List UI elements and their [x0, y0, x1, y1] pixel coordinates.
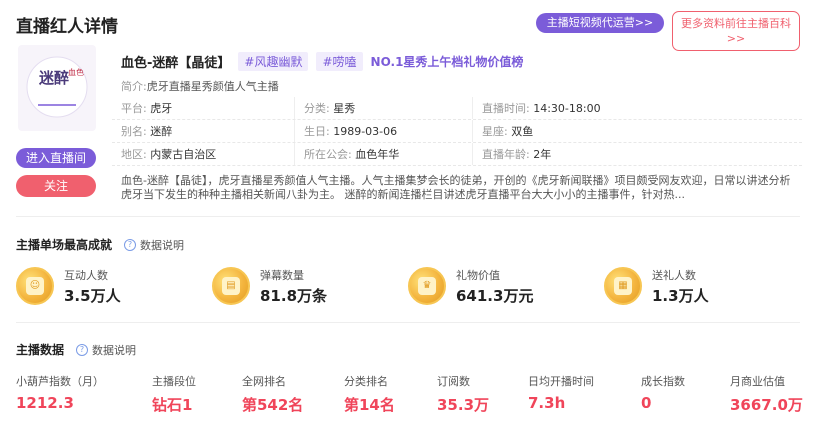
avatar-title-text: 迷醉 [38, 69, 69, 87]
achievements-help-link[interactable]: 数据说明 [140, 237, 184, 253]
achievement-interaction: ☺ 互动人数 3.5万人 [16, 263, 211, 309]
baike-link-button[interactable]: 更多资料前往主播百科 >> [672, 11, 800, 51]
tag-humor[interactable]: #风趣幽默 [238, 52, 309, 71]
achievement-danmaku: ▤ 弹幕数量 81.8万条 [212, 263, 407, 309]
divider [16, 322, 800, 323]
info-row: 平台: 虎牙 分类: 星秀 直播时间: 14:30-18:00 [112, 97, 802, 120]
stat-category-rank: 分类排名 第14名 [344, 375, 395, 414]
info-zodiac: 星座: 双鱼 [472, 120, 802, 142]
help-icon[interactable]: ? [76, 343, 89, 356]
info-live-age: 直播年龄: 2年 [472, 143, 802, 165]
info-row: 地区: 内蒙古自治区 所在公会: 血色年华 直播年龄: 2年 [112, 143, 802, 166]
info-birthday: 生日: 1989-03-06 [294, 120, 472, 142]
streamer-name: 血色-迷醉【晶徒】 [121, 56, 231, 71]
info-row: 别名: 迷醉 生日: 1989-03-06 星座: 双鱼 [112, 120, 802, 143]
stat-hulu-index: 小葫芦指数（月） 1212.3 [16, 375, 104, 412]
follow-button[interactable]: 关注 [16, 175, 96, 197]
stats-section-title: 主播数据 ? 数据说明 [16, 342, 137, 358]
avatar: 迷醉 血色 [18, 45, 96, 131]
info-region: 地区: 内蒙古自治区 [121, 148, 217, 161]
baike-link-arrow: >> [726, 32, 746, 45]
stat-subscribers: 订阅数 35.3万 [437, 375, 490, 414]
stat-growth-index: 成长指数 0 [641, 375, 685, 412]
avatar-image: 迷醉 血色 [18, 45, 96, 131]
avatar-small-text: 血色 [68, 67, 84, 77]
intro-text: 虎牙直播星秀颜值人气主播 [146, 80, 279, 93]
stat-tier: 主播段位 钻石1 [152, 375, 196, 414]
short-video-service-button[interactable]: 主播短视频代运营>> [536, 13, 664, 33]
rank-link[interactable]: NO.1星秀上午档礼物价值榜 [371, 53, 524, 70]
info-platform: 平台: 虎牙 [121, 102, 173, 115]
stat-global-rank: 全网排名 第542名 [242, 375, 304, 414]
interaction-icon: ☺ [16, 267, 54, 305]
achievements-section-title: 主播单场最高成就 ? 数据说明 [16, 237, 185, 253]
name-row: 血色-迷醉【晶徒】 #风趣幽默 #唠嗑 NO.1星秀上午档礼物价值榜 [121, 52, 523, 71]
enter-live-room-button[interactable]: 进入直播间 [16, 148, 96, 168]
info-alias: 别名: 迷醉 [121, 125, 173, 138]
achievement-gift-value: ♛ 礼物价值 641.3万元 [408, 263, 603, 309]
help-icon[interactable]: ? [124, 238, 137, 251]
tag-chat[interactable]: #唠嗑 [316, 52, 363, 71]
intro: 简介:虎牙直播星秀颜值人气主播 [121, 78, 279, 94]
info-live-time: 直播时间: 14:30-18:00 [472, 97, 802, 119]
baike-link-label: 更多资料前往主播百科 [681, 17, 791, 30]
info-grid: 平台: 虎牙 分类: 星秀 直播时间: 14:30-18:00 别名: 迷醉 生… [112, 97, 802, 166]
stats-help-link[interactable]: 数据说明 [92, 342, 136, 358]
stat-commercial-value: 月商业估值 3667.0万 [730, 375, 803, 414]
danmaku-icon: ▤ [212, 267, 250, 305]
gift-sender-icon: ▦ [604, 267, 642, 305]
info-guild: 所在公会: 血色年华 [294, 143, 472, 165]
description: 血色-迷醉【晶徒】，虎牙直播星秀颜值人气主播。人气主播集梦会长的徒弟，开创的《虎… [121, 174, 791, 201]
page-title: 直播红人详情 [16, 17, 118, 37]
info-category: 分类: 星秀 [294, 97, 472, 119]
divider [16, 216, 800, 217]
gift-crown-icon: ♛ [408, 267, 446, 305]
achievement-gift-senders: ▦ 送礼人数 1.3万人 [604, 263, 799, 309]
stat-daily-live-hours: 日均开播时间 7.3h [528, 375, 594, 412]
intro-label: 简介: [121, 80, 147, 93]
